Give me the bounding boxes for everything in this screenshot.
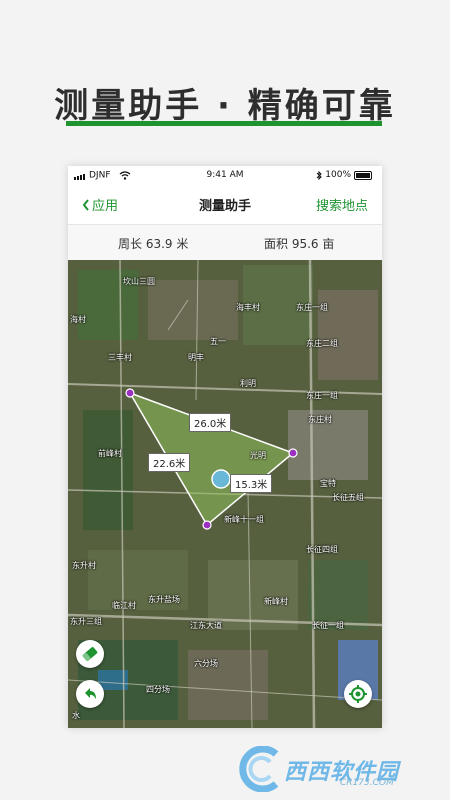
watermark-url: CR173.COM <box>340 778 394 788</box>
vertex-b[interactable] <box>288 448 298 458</box>
place-label: 五一 <box>210 337 226 346</box>
place-label: 长征五组 <box>332 493 364 502</box>
phone-screen: DJNF 9:41 AM 100% 应用 测量助手 搜索地点 周长 63.9 米… <box>68 166 382 728</box>
distance-label-ac: 22.6米 <box>148 453 191 472</box>
site-watermark: 西西软件园 CR173.COM <box>236 746 438 794</box>
place-label: 三丰村 <box>108 353 132 362</box>
distance-label-bc: 15.3米 <box>230 474 273 493</box>
place-label: 宝特 <box>320 479 336 488</box>
place-label: 六分场 <box>194 659 218 668</box>
battery-info: 100% <box>316 170 372 180</box>
place-label: 东升三组 <box>70 617 102 626</box>
place-label: 长征一组 <box>312 621 344 630</box>
bluetooth-icon <box>316 170 322 180</box>
place-label: 坎山三圆 <box>123 277 155 286</box>
search-place-button[interactable]: 搜索地点 <box>316 195 368 214</box>
eraser-icon <box>82 647 98 661</box>
locate-icon <box>349 685 367 703</box>
headline-underline <box>66 121 382 126</box>
place-label: 光明 <box>250 451 266 460</box>
eraser-button[interactable] <box>76 640 104 668</box>
place-label: 东庄村 <box>308 415 332 424</box>
place-label: 四分场 <box>146 685 170 694</box>
place-label: 临江村 <box>112 601 136 610</box>
place-label: 江东大道 <box>190 621 222 630</box>
place-label: 东升盐场 <box>148 595 180 604</box>
area-value: 面积 95.6 亩 <box>264 237 335 251</box>
place-label: 东庄一组 <box>296 303 328 312</box>
distance-label-ab: 26.0米 <box>189 413 232 432</box>
place-label: 长征四组 <box>306 545 338 554</box>
place-label: 前峰村 <box>98 449 122 458</box>
nav-bar: 应用 测量助手 搜索地点 <box>68 186 382 224</box>
place-label: 东升村 <box>72 561 96 570</box>
place-label: 海丰村 <box>236 303 260 312</box>
place-label: 东庄一组 <box>306 391 338 400</box>
vertex-a[interactable] <box>125 388 135 398</box>
place-label: 东庄二组 <box>306 339 338 348</box>
undo-icon <box>85 688 96 699</box>
place-label: 水 <box>72 711 80 720</box>
place-label: 明丰 <box>188 353 204 362</box>
battery-icon <box>354 170 372 180</box>
place-label: 新峰十一组 <box>224 515 264 524</box>
perimeter-value: 周长 63.9 米 <box>118 237 189 251</box>
locate-button[interactable] <box>344 680 372 708</box>
undo-button[interactable] <box>76 680 104 708</box>
battery-percent: 100% <box>325 170 351 180</box>
vertex-c[interactable] <box>202 520 212 530</box>
promo-headline: 测量助手 · 精确可靠 <box>54 86 396 126</box>
status-bar: DJNF 9:41 AM 100% <box>68 166 382 186</box>
watermark-logo-icon <box>239 746 279 792</box>
place-label: 利明 <box>240 379 256 388</box>
place-label: 新峰村 <box>264 597 288 606</box>
satellite-map[interactable]: 坎山三圆 海丰村 东庄一组 海村 五一 东庄二组 三丰村 明丰 利明 东庄一组 … <box>68 260 382 728</box>
place-label: 海村 <box>70 315 86 324</box>
measurement-stats: 周长 63.9 米 面积 95.6 亩 <box>68 224 382 262</box>
